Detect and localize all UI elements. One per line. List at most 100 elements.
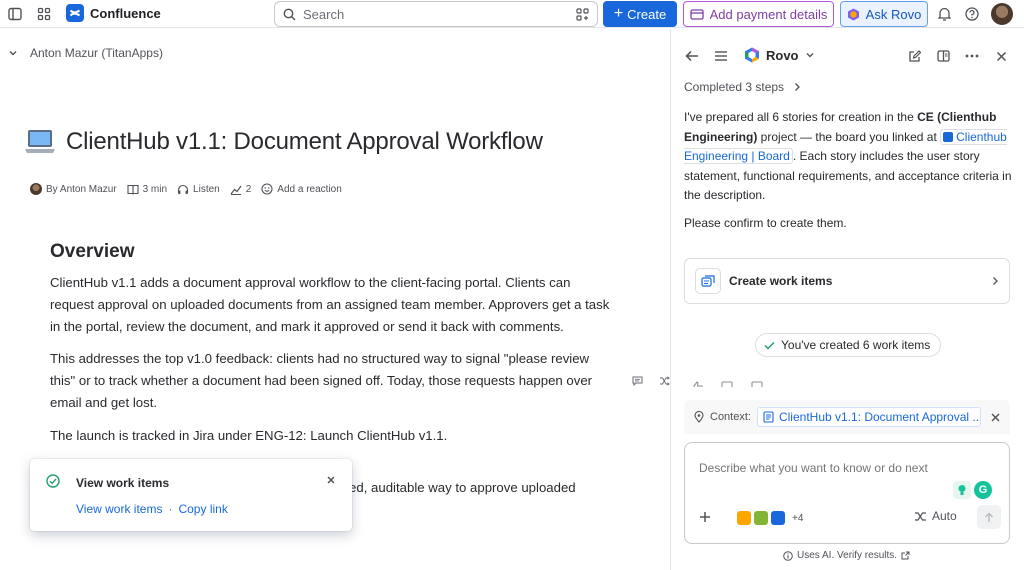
retry-icon[interactable] xyxy=(751,381,763,387)
copy-icon[interactable] xyxy=(721,381,733,387)
view-work-items-link[interactable]: View work items xyxy=(76,502,162,516)
agent-icon xyxy=(737,511,751,525)
read-time: 3 min xyxy=(127,184,167,195)
plus-icon: + xyxy=(613,5,624,22)
payment-label: Add payment details xyxy=(709,6,828,22)
more-agents-count: +4 xyxy=(792,512,804,524)
success-check-icon xyxy=(46,474,60,488)
menu-icon[interactable] xyxy=(712,47,730,65)
app-name: Confluence xyxy=(90,5,161,21)
space-owner-label[interactable]: Anton Mazur (TitanApps) xyxy=(30,46,163,60)
search-bar[interactable]: Search xyxy=(274,1,598,27)
chevron-right-icon xyxy=(992,276,999,286)
context-page-chip[interactable]: ClientHub v1.1: Document Approval ... xyxy=(756,407,981,427)
mode-label: Auto xyxy=(932,509,957,523)
ai-disclaimer-text: Uses AI. Verify results. xyxy=(797,550,898,561)
help-icon[interactable] xyxy=(961,3,983,25)
location-pin-icon xyxy=(694,411,704,423)
user-avatar[interactable] xyxy=(991,3,1013,25)
copy-link-link[interactable]: Copy link xyxy=(178,502,227,516)
author[interactable]: By Anton Mazur xyxy=(30,183,117,195)
credit-card-icon xyxy=(689,8,704,20)
chevron-right-icon xyxy=(794,82,801,92)
add-payment-button[interactable]: Add payment details xyxy=(683,1,834,27)
read-time-text: 3 min xyxy=(142,183,168,195)
listen-button[interactable]: Listen xyxy=(177,184,220,195)
close-panel-icon[interactable] xyxy=(992,47,1010,65)
ask-rovo-button[interactable]: Ask Rovo xyxy=(840,1,928,27)
paragraph: ClientHub v1.1 adds a document approval … xyxy=(50,275,610,334)
search-filter-icon[interactable] xyxy=(576,7,589,21)
message-text: I've prepared all 6 stories for creation… xyxy=(684,110,918,124)
page-views[interactable]: 2 xyxy=(230,183,252,195)
grammarly-widget[interactable]: G xyxy=(953,481,992,499)
search-input[interactable]: Search xyxy=(303,7,569,22)
listen-label: Listen xyxy=(193,183,220,195)
mode-selector[interactable]: Auto xyxy=(914,509,957,523)
rovo-panel: Rovo Completed 3 steps I've prepared all… xyxy=(671,29,1024,570)
chevron-down-icon xyxy=(805,50,815,60)
back-arrow-icon[interactable] xyxy=(683,47,701,65)
lightbulb-icon[interactable] xyxy=(953,481,971,499)
confluence-logo-icon xyxy=(66,4,84,22)
check-icon xyxy=(764,341,775,350)
add-reaction-label: Add a reaction xyxy=(277,183,342,195)
headphones-icon xyxy=(177,184,189,195)
completed-steps[interactable]: Completed 3 steps xyxy=(684,80,801,94)
rovo-logo-icon xyxy=(744,47,760,63)
comment-icon[interactable] xyxy=(632,376,643,386)
paragraph: This addresses the top v1.0 feedback: cl… xyxy=(50,351,593,410)
jira-board-icon xyxy=(943,131,954,142)
agent-icon xyxy=(754,511,768,525)
work-items-icon xyxy=(695,268,721,294)
sidebar-toggle-icon[interactable] xyxy=(4,3,26,25)
ask-rovo-label: Ask Rovo xyxy=(865,6,922,22)
separator: · xyxy=(168,502,173,516)
toast-title: View work items xyxy=(76,476,170,490)
section-heading: Overview xyxy=(50,241,135,262)
shuffle-icon[interactable] xyxy=(659,376,670,386)
jira-agent-icon xyxy=(771,511,785,525)
info-icon xyxy=(783,550,793,561)
ai-disclaimer[interactable]: Uses AI. Verify results. xyxy=(783,550,910,561)
analytics-trend-icon xyxy=(230,184,242,195)
app-switcher-icon[interactable] xyxy=(33,3,55,25)
chevron-down-icon[interactable] xyxy=(8,48,18,58)
breadcrumb[interactable]: Anton Mazur (TitanApps) xyxy=(8,46,163,60)
page-title: ClientHub v1.1: Document Approval Workfl… xyxy=(24,128,543,156)
author-name: By Anton Mazur xyxy=(46,183,117,195)
thumbs-up-icon[interactable] xyxy=(691,381,703,387)
notifications-bell-icon[interactable] xyxy=(933,3,955,25)
chat-composer: G +4 Auto xyxy=(684,442,1010,544)
close-icon[interactable] xyxy=(326,475,336,485)
panel-layout-icon[interactable] xyxy=(934,47,952,65)
context-page-title: ClientHub v1.1: Document Approval ... xyxy=(778,410,981,424)
create-work-items-card[interactable]: Create work items xyxy=(684,258,1010,304)
laptop-emoji-icon xyxy=(24,129,56,155)
book-icon xyxy=(127,184,139,195)
agents-selector[interactable]: +4 xyxy=(737,511,803,525)
views-count: 2 xyxy=(245,183,252,195)
confirm-message: Please confirm to create them. xyxy=(684,216,847,230)
send-button[interactable] xyxy=(977,505,1001,529)
paragraph: The launch is tracked in Jira under ENG-… xyxy=(50,427,448,443)
page-title-text: ClientHub v1.1: Document Approval Workfl… xyxy=(66,128,543,155)
shuffle-icon xyxy=(914,511,927,522)
top-navigation: Confluence Search + Create Add payment d… xyxy=(0,0,1024,28)
rovo-agent-selector[interactable]: Rovo xyxy=(744,47,815,63)
created-status-text: You've created 6 work items xyxy=(781,338,931,352)
add-attachment-icon[interactable] xyxy=(699,511,711,523)
completed-steps-label: Completed 3 steps xyxy=(684,80,785,94)
page-icon xyxy=(763,411,774,423)
grammarly-icon[interactable]: G xyxy=(974,481,992,499)
more-options-icon[interactable] xyxy=(963,47,981,65)
arrow-up-icon xyxy=(984,512,994,523)
edit-icon[interactable] xyxy=(905,47,923,65)
add-reaction-button[interactable]: Add a reaction xyxy=(261,183,342,195)
confluence-logo[interactable]: Confluence xyxy=(66,4,161,22)
toast-actions: View work items · Copy link xyxy=(76,502,228,516)
create-button[interactable]: + Create xyxy=(603,1,677,27)
chat-input[interactable] xyxy=(699,461,949,475)
message-actions-peek xyxy=(691,381,763,387)
remove-context-icon[interactable] xyxy=(991,413,1000,422)
